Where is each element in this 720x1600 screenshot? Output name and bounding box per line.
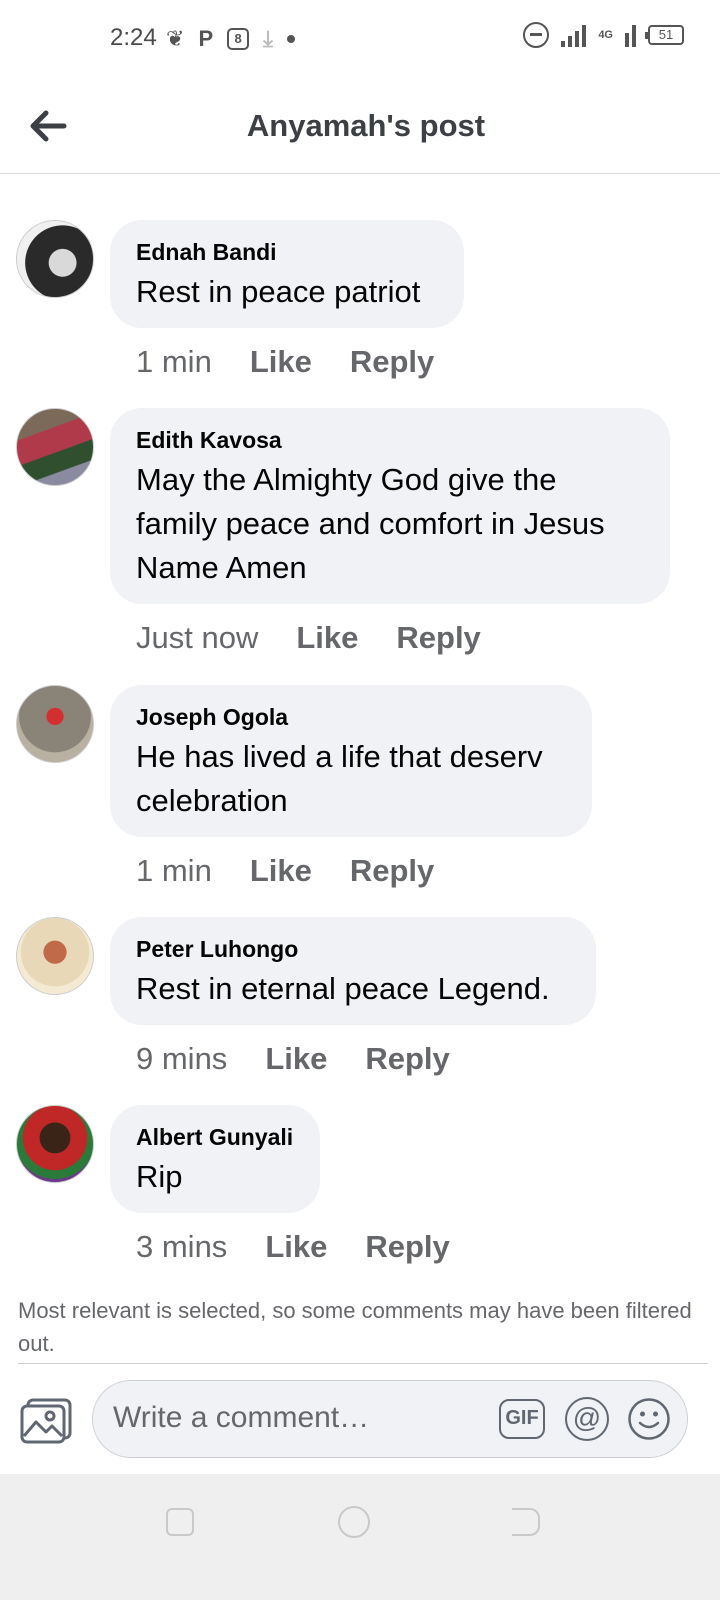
b-app-icon: 8: [227, 28, 250, 50]
like-button[interactable]: Like: [250, 344, 312, 380]
like-button[interactable]: Like: [250, 853, 312, 889]
comment-text: May the Almighty God give the family pea…: [136, 462, 605, 585]
recent-apps-icon[interactable]: [166, 1508, 194, 1536]
emoji-icon[interactable]: [627, 1397, 671, 1441]
download-icon: ⤓: [263, 26, 273, 51]
comment-bubble[interactable]: Edith Kavosa May the Almighty God give t…: [110, 408, 670, 604]
more-notifications-dot-icon: [286, 35, 295, 43]
back-icon[interactable]: [512, 1508, 540, 1536]
comment-text: Rest in eternal peace Legend.: [136, 971, 550, 1006]
home-icon[interactable]: [338, 1506, 370, 1538]
comment-text: Rip: [136, 1159, 183, 1194]
comment-bubble[interactable]: Albert Gunyali Rip: [110, 1105, 320, 1213]
avatar[interactable]: [16, 1105, 94, 1183]
reply-button[interactable]: Reply: [350, 853, 434, 889]
p-app-icon: P: [198, 26, 214, 51]
comment-time: 9 mins: [136, 1041, 228, 1076]
like-button[interactable]: Like: [265, 1229, 327, 1265]
comment-input[interactable]: [113, 1381, 493, 1455]
comment-time: 1 min: [136, 853, 212, 888]
reply-button[interactable]: Reply: [365, 1041, 449, 1077]
commenter-name[interactable]: Albert Gunyali: [136, 1123, 294, 1151]
network-type-label: 4G: [598, 28, 613, 41]
battery-icon: 51: [645, 25, 684, 45]
status-bar: 2:24 ❦ P 8 ⤓ 4G 51: [0, 0, 720, 80]
filter-notice: Most relevant is selected, so some comme…: [18, 1298, 692, 1356]
commenter-name[interactable]: Peter Luhongo: [136, 935, 570, 963]
reply-button[interactable]: Reply: [396, 620, 480, 656]
gif-button[interactable]: GIF: [499, 1399, 545, 1439]
status-notification-icons: ❦ P 8 ⤓: [166, 24, 295, 54]
comment-time: 1 min: [136, 344, 212, 379]
page-title: Anyamah's post: [246, 108, 486, 143]
mention-button[interactable]: @: [565, 1397, 609, 1441]
signal-2-icon: [625, 23, 636, 47]
status-system-icons: 4G 51: [523, 22, 684, 48]
avatar[interactable]: [16, 685, 94, 763]
like-button[interactable]: Like: [265, 1041, 327, 1077]
comment-text: He has lived a life that deserv celebrat…: [136, 739, 543, 818]
avatar[interactable]: [16, 408, 94, 486]
commenter-name[interactable]: Edith Kavosa: [136, 426, 644, 454]
comment-time: Just now: [136, 620, 259, 655]
status-time: 2:24: [110, 24, 157, 51]
reply-button[interactable]: Reply: [365, 1229, 449, 1265]
comment-bubble[interactable]: Ednah Bandi Rest in peace patriot: [110, 220, 464, 328]
comment-input-box[interactable]: GIF @: [92, 1380, 688, 1458]
bird-app-icon: ❦: [166, 26, 185, 51]
comment-bubble[interactable]: Joseph Ogola He has lived a life that de…: [110, 685, 592, 837]
commenter-name[interactable]: Joseph Ogola: [136, 703, 566, 731]
avatar[interactable]: [16, 917, 94, 995]
comment-bubble[interactable]: Peter Luhongo Rest in eternal peace Lege…: [110, 917, 596, 1025]
signal-icon: [561, 23, 587, 47]
comment-composer: GIF @: [0, 1364, 720, 1474]
avatar[interactable]: [16, 220, 94, 298]
comment-time: 3 mins: [136, 1229, 228, 1264]
system-navigation-bar: [0, 1474, 720, 1600]
do-not-disturb-icon: [523, 22, 550, 48]
photo-icon[interactable]: [20, 1398, 72, 1444]
reply-button[interactable]: Reply: [350, 344, 434, 380]
commenter-name[interactable]: Ednah Bandi: [136, 238, 438, 266]
comment-text: Rest in peace patriot: [136, 274, 421, 309]
post-header: Anyamah's post: [0, 80, 720, 174]
like-button[interactable]: Like: [296, 620, 358, 656]
